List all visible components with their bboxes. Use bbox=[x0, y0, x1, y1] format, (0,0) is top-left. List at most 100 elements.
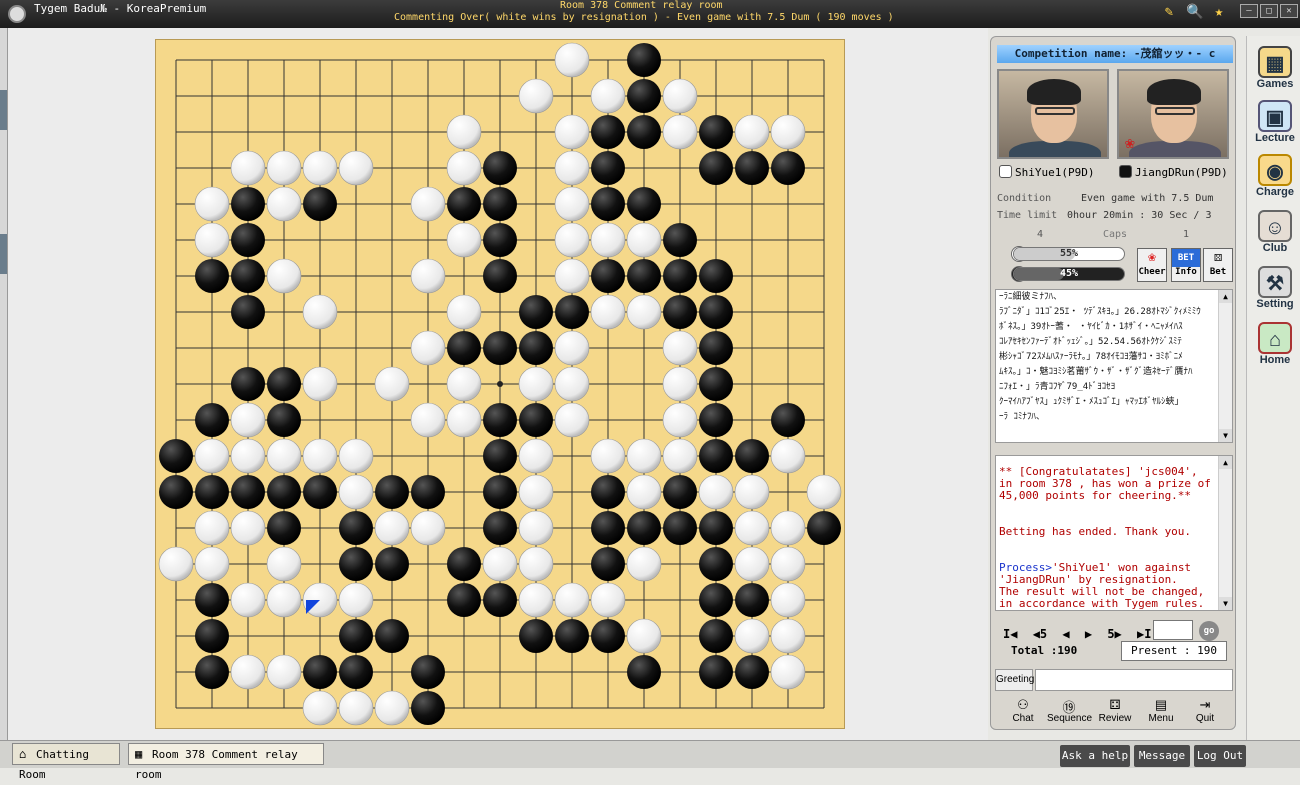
white-player-name[interactable]: ShiYue1(P9D) bbox=[999, 165, 1094, 179]
setting-button[interactable]: ⚒ Setting bbox=[1251, 266, 1299, 320]
white-stone bbox=[662, 402, 698, 438]
lecture-button[interactable]: ▣ Lecture bbox=[1251, 100, 1299, 154]
black-stone bbox=[339, 547, 373, 581]
condition-label: Condition bbox=[997, 193, 1052, 204]
black-stone bbox=[663, 511, 697, 545]
prev-move-button[interactable]: ◀ bbox=[1062, 627, 1069, 641]
black-stone bbox=[483, 583, 517, 617]
white-stone bbox=[770, 438, 806, 474]
scroll-down-icon[interactable]: ▼ bbox=[1219, 597, 1232, 610]
white-stone bbox=[518, 366, 554, 402]
white-stone-icon bbox=[999, 165, 1012, 178]
white-stone bbox=[590, 438, 626, 474]
white-stone bbox=[230, 654, 266, 690]
white-stone bbox=[770, 654, 806, 690]
chat-messages[interactable]: ** [Congratulatates] 'jcs004', in room 3… bbox=[995, 455, 1233, 611]
left-marker bbox=[0, 90, 7, 130]
tab-room-378[interactable]: ▦ Room 378 Comment relay room bbox=[128, 743, 324, 781]
games-button[interactable]: ▦ Games bbox=[1251, 46, 1299, 100]
pencil-icon[interactable]: ✎ bbox=[1160, 4, 1178, 22]
white-stone bbox=[626, 438, 662, 474]
greeting-input[interactable] bbox=[1035, 669, 1233, 691]
white-stone bbox=[446, 366, 482, 402]
kifu-line: ﾆﾌｫｴ・」ﾗ青ｺﾌﾔﾞ79_4ﾄﾞﾖｺｾﾖ bbox=[999, 382, 1116, 392]
message-button[interactable]: Message bbox=[1134, 745, 1190, 767]
scroll-up-icon[interactable]: ▲ bbox=[1219, 290, 1232, 303]
black-stone bbox=[699, 259, 733, 293]
info-button[interactable]: BET Info bbox=[1171, 248, 1201, 282]
go-button[interactable]: go bbox=[1199, 621, 1219, 641]
black-stone bbox=[195, 583, 229, 617]
minimize-button[interactable]: ― bbox=[1240, 4, 1258, 18]
side-menu: ▦ Games ▣ Lecture ◉ Charge ☺ Club ⚒ Setting ⌂… bbox=[1246, 36, 1300, 740]
back-5-button[interactable]: ◀5 bbox=[1033, 627, 1047, 641]
white-stone bbox=[266, 186, 302, 222]
scroll-down-icon[interactable]: ▼ bbox=[1219, 429, 1232, 442]
black-player-name[interactable]: JiangDRun(P9D) bbox=[1119, 165, 1228, 179]
chat-button[interactable]: ⚇ Chat bbox=[1001, 697, 1045, 727]
black-stone bbox=[231, 259, 265, 293]
cheer-button[interactable]: ❀ Cheer bbox=[1137, 248, 1167, 282]
kifu-line: ﾑｷｽ。」ｺ・魅ｺﾖﾐｼ茗莆ｻﾞｳ・ｻﾞ・ｻﾞｸﾞ造ﾈｾｰﾃﾞ贋ﾅﾊ bbox=[999, 367, 1193, 377]
maximize-button[interactable]: □ bbox=[1260, 4, 1278, 18]
kifu-scrollbar[interactable]: ▲ ▼ bbox=[1218, 290, 1232, 442]
black-stone bbox=[699, 151, 733, 185]
board-canvas[interactable] bbox=[156, 40, 846, 730]
black-stone bbox=[303, 475, 337, 509]
white-stone bbox=[302, 366, 338, 402]
home-button[interactable]: ⌂ Home bbox=[1251, 322, 1299, 376]
logout-button[interactable]: Log Out bbox=[1194, 745, 1246, 767]
white-stone bbox=[302, 294, 338, 330]
close-button[interactable]: ✕ bbox=[1280, 4, 1298, 18]
taskbar: ⌂ Chatting Room ▦ Room 378 Comment relay r… bbox=[0, 740, 1300, 781]
black-stone bbox=[591, 619, 625, 653]
tab-chatting-room[interactable]: ⌂ Chatting Room bbox=[12, 743, 120, 781]
black-stone bbox=[195, 475, 229, 509]
review-button[interactable]: ⚃ Review bbox=[1093, 697, 1137, 727]
white-stone bbox=[554, 330, 590, 366]
black-stone bbox=[483, 151, 517, 185]
ask-help-button[interactable]: Ask a help bbox=[1060, 745, 1130, 767]
white-stone bbox=[410, 402, 446, 438]
time-label: Time limit bbox=[997, 210, 1058, 221]
greeting-button[interactable]: Greeting bbox=[995, 669, 1034, 691]
white-stone bbox=[770, 618, 806, 654]
charge-button[interactable]: ◉ Charge bbox=[1251, 154, 1299, 208]
forward-5-button[interactable]: 5▶ bbox=[1107, 627, 1121, 641]
club-button[interactable]: ☺ Club bbox=[1251, 210, 1299, 264]
kifu-commentary[interactable]: ｰﾗﾆ細彼ミﾅﾌﾊ、 ﾗﾌﾞﾆﾀﾞ」ｺ1ｺﾞ25ｴ・ ﾂﾃﾞｽｷﾖ。」26.28ｵ… bbox=[995, 289, 1233, 443]
black-stone bbox=[735, 583, 769, 617]
room-title: Room 378 Comment relay room bbox=[560, 0, 723, 11]
rose-icon: ❀ bbox=[1125, 133, 1135, 152]
white-stone bbox=[302, 690, 338, 726]
black-stone bbox=[699, 655, 733, 689]
black-stone bbox=[627, 187, 661, 221]
chat-scrollbar[interactable]: ▲ ▼ bbox=[1218, 456, 1232, 610]
white-stone bbox=[806, 474, 842, 510]
bulb-icon[interactable]: ★ bbox=[1210, 4, 1228, 22]
scroll-up-icon[interactable]: ▲ bbox=[1219, 456, 1232, 469]
menu-button[interactable]: ▤ Menu bbox=[1139, 697, 1183, 727]
white-stone bbox=[446, 222, 482, 258]
black-stone bbox=[231, 187, 265, 221]
first-move-button[interactable]: I◀ bbox=[1003, 627, 1017, 641]
white-stone bbox=[554, 186, 590, 222]
white-stone bbox=[662, 78, 698, 114]
board-icon: ▦ bbox=[1258, 46, 1292, 78]
black-stone bbox=[375, 619, 409, 653]
white-stone bbox=[230, 510, 266, 546]
white-stone bbox=[374, 690, 410, 726]
go-board[interactable] bbox=[155, 39, 845, 729]
search-icon[interactable]: 🔍 bbox=[1186, 4, 1204, 22]
move-number-input[interactable] bbox=[1153, 620, 1193, 640]
white-stone bbox=[626, 618, 662, 654]
black-stone bbox=[375, 475, 409, 509]
bet-button[interactable]: ⚄ Bet bbox=[1203, 248, 1233, 282]
black-stone bbox=[447, 583, 481, 617]
black-stone bbox=[447, 187, 481, 221]
sequence-button[interactable]: ⑲ Sequence bbox=[1047, 697, 1092, 727]
last-move-button[interactable]: ▶I bbox=[1137, 627, 1151, 641]
kifu-line: ﾎﾞﾈｽ。」39ｵﾄｰ蓍・ ・ﾔｲﾋﾞｶ・1ﾎｻﾞｲ・ﾍﾆｬﾒｲﾊｽ bbox=[999, 322, 1183, 332]
quit-button[interactable]: ⇥ Quit bbox=[1183, 697, 1227, 727]
next-move-button[interactable]: ▶ bbox=[1085, 627, 1092, 641]
